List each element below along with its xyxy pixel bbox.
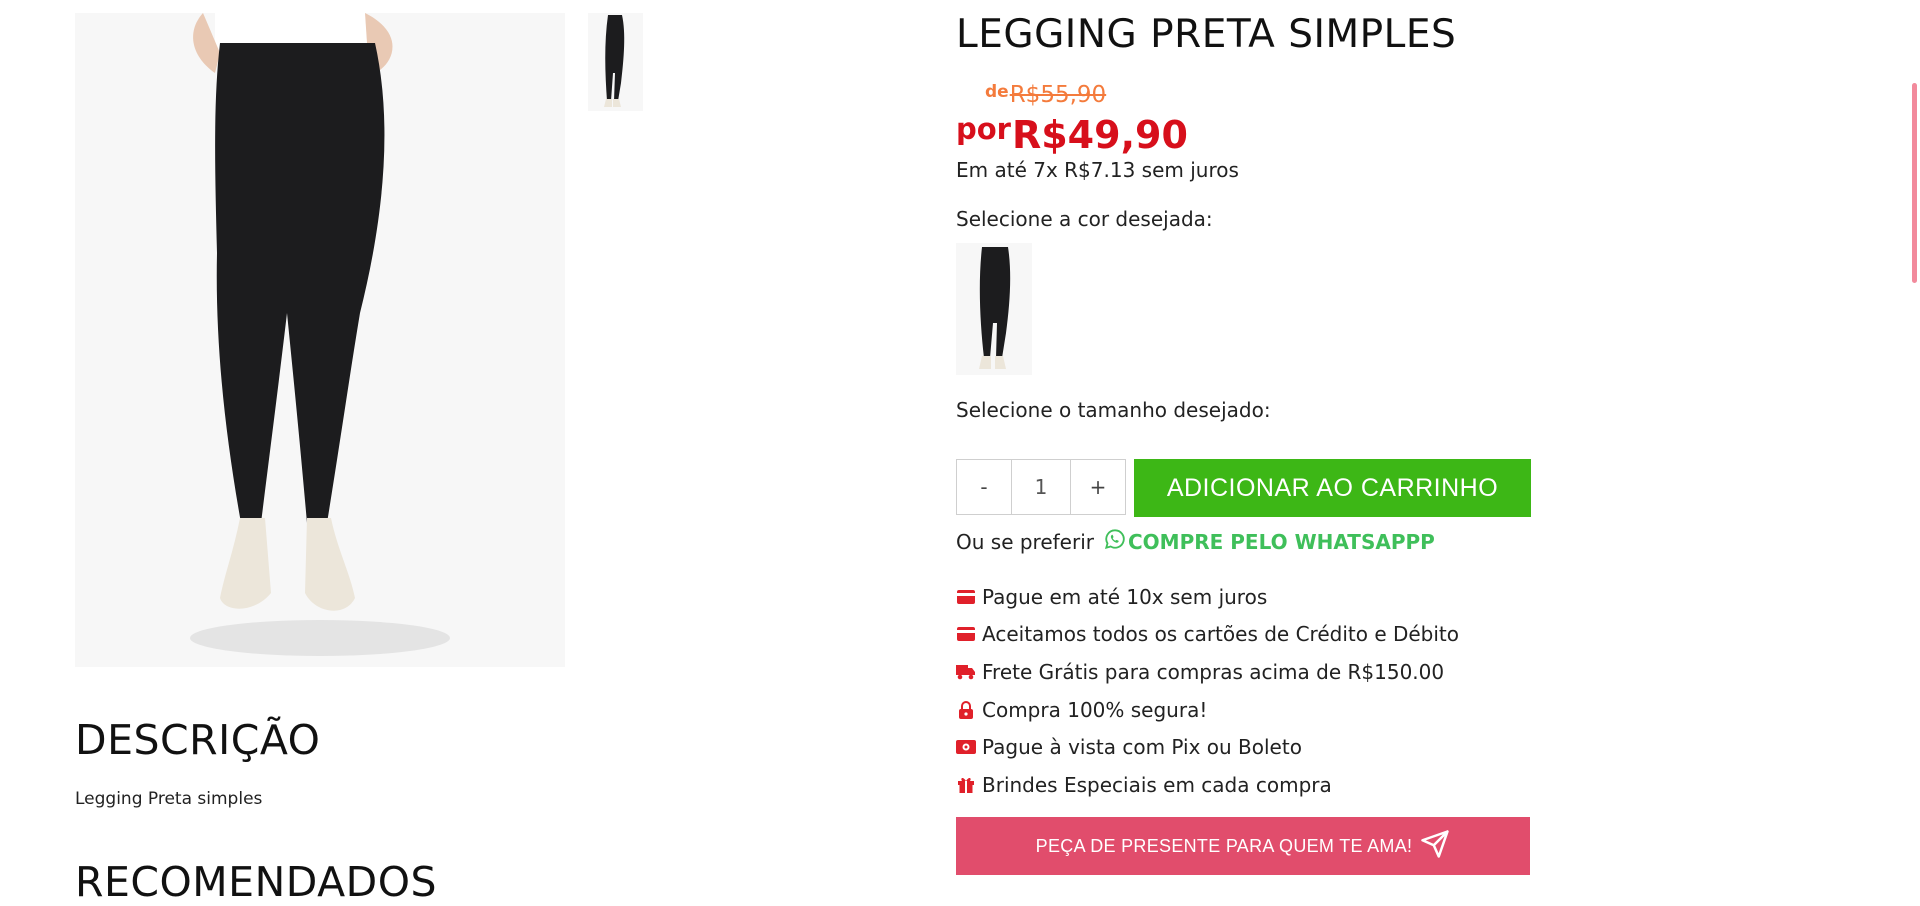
quantity-input[interactable]: 1: [1012, 459, 1070, 515]
price-value: R$49,90: [1011, 113, 1188, 157]
add-to-cart-button[interactable]: ADICIONAR AO CARRINHO: [1134, 459, 1531, 517]
whatsapp-prefix: Ou se preferir: [956, 529, 1094, 554]
gift-icon: [956, 775, 976, 795]
installments-text: Em até 7x R$7.13 sem juros: [956, 158, 1239, 182]
quantity-stepper: - 1 +: [956, 459, 1126, 515]
credit-card-icon: [956, 624, 976, 644]
benefit-text: Aceitamos todos os cartões de Crédito e …: [982, 622, 1460, 647]
price-prefix: por: [956, 112, 1011, 146]
whatsapp-row: Ou se preferir COMPRE PELO WHATSAPPP: [956, 528, 1435, 555]
benefit-text: Brindes Especiais em cada compra: [982, 772, 1332, 797]
benefit-item: Pague à vista com Pix ou Boleto: [956, 728, 1459, 766]
benefits-list: Pague em até 10x sem juros Aceitamos tod…: [956, 578, 1459, 804]
benefit-text: Pague à vista com Pix ou Boleto: [982, 735, 1302, 760]
lock-icon: [956, 700, 976, 720]
whatsapp-buy-link[interactable]: COMPRE PELO WHATSAPPP: [1104, 528, 1435, 555]
benefit-item: Brindes Especiais em cada compra: [956, 766, 1459, 804]
color-option-black[interactable]: [956, 243, 1032, 375]
quantity-decrease-button[interactable]: -: [956, 459, 1012, 515]
gift-button-label: PEÇA DE PRESENTE PARA QUEM TE AMA!: [1035, 835, 1413, 856]
whatsapp-link-label: COMPRE PELO WHATSAPPP: [1128, 529, 1435, 554]
benefit-text: Frete Grátis para compras acima de R$150…: [982, 659, 1445, 684]
whatsapp-icon: [1104, 528, 1128, 555]
description-heading: DESCRIÇÃO: [75, 716, 321, 764]
money-icon: [956, 737, 976, 757]
quantity-increase-button[interactable]: +: [1070, 459, 1126, 515]
gift-request-button[interactable]: PEÇA DE PRESENTE PARA QUEM TE AMA!: [956, 817, 1530, 875]
old-price-prefix: de: [985, 82, 1009, 102]
benefit-text: Pague em até 10x sem juros: [982, 584, 1268, 609]
old-price: de R$55,90: [985, 82, 1106, 108]
benefit-item: Frete Grátis para compras acima de R$150…: [956, 653, 1459, 691]
color-selector-label: Selecione a cor desejada:: [956, 207, 1213, 231]
current-price: por R$49,90: [956, 112, 1188, 158]
credit-card-icon: [956, 587, 976, 607]
size-selector-label: Selecione o tamanho desejado:: [956, 398, 1271, 422]
benefit-text: Compra 100% segura!: [982, 697, 1208, 722]
product-thumbnail[interactable]: [588, 13, 643, 111]
send-icon: [1412, 829, 1450, 864]
benefit-item: Compra 100% segura!: [956, 691, 1459, 729]
truck-icon: [956, 662, 976, 682]
description-text: Legging Preta simples: [75, 789, 263, 809]
product-title: LEGGING PRETA SIMPLES: [956, 12, 1457, 57]
old-price-value: R$55,90: [1009, 82, 1107, 108]
recommended-heading: RECOMENDADOS: [75, 858, 438, 906]
page-scrollbar[interactable]: [1912, 83, 1917, 283]
product-main-image[interactable]: [75, 13, 565, 667]
benefit-item: Pague em até 10x sem juros: [956, 578, 1459, 616]
benefit-item: Aceitamos todos os cartões de Crédito e …: [956, 616, 1459, 654]
